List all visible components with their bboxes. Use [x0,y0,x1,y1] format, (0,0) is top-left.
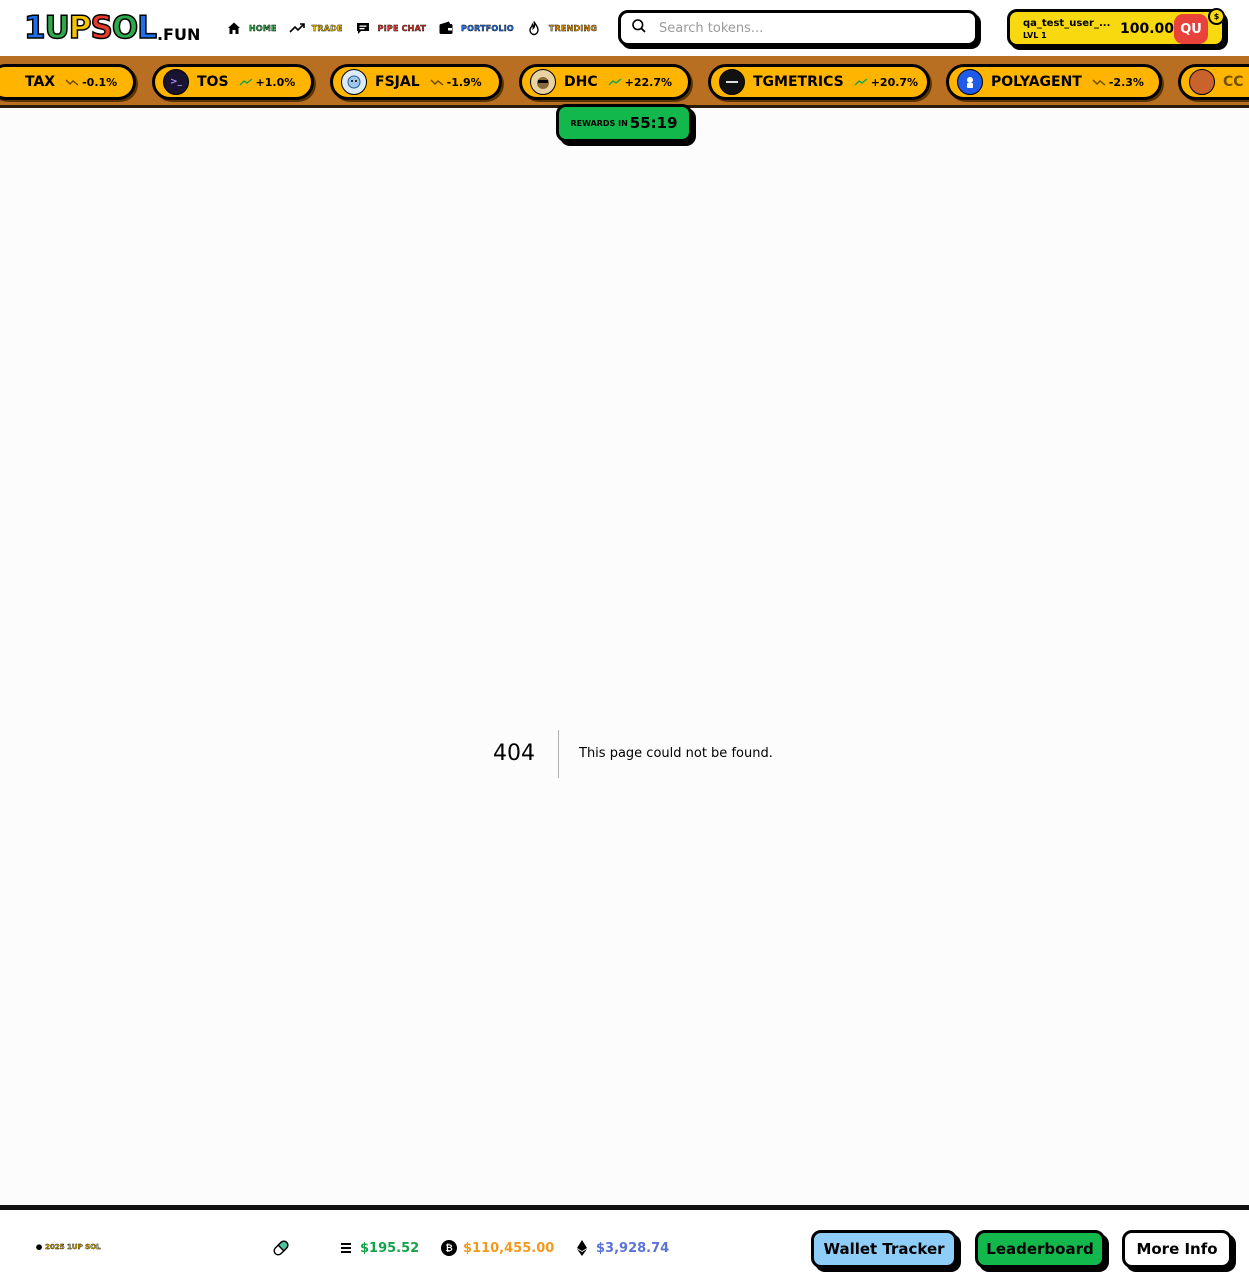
trend-down-icon [430,79,444,86]
error-code: 404 [493,730,559,778]
user-level: LVL 1 [1023,31,1047,40]
rewards-label: REWARDS IN [570,118,628,128]
user-balance: 100.00 [1120,21,1175,37]
top-header: 1UPSOL .FUN HOME TRADE PIPE CHAT PORTFOL… [0,0,1249,56]
ticker-chip[interactable]: DHC +22.7% [519,64,691,100]
ticker-token-name: POLYAGENT [991,74,1082,90]
ticker-chip[interactable]: CC [1178,64,1249,100]
ticker-change: -2.3% [1092,76,1144,89]
token-icon [719,69,745,95]
ticker-token-name: DHC [564,74,598,90]
ticker-change: +22.7% [608,76,672,89]
token-icon [1189,69,1215,95]
copyright: ● 2025 1UP SOL [36,1243,101,1251]
chat-icon [355,20,371,36]
rewards-countdown[interactable]: REWARDS IN 55:19 [556,104,692,142]
avatar[interactable]: QU [1174,14,1208,44]
ticker-token-name: CC [1223,74,1244,90]
ticker-change: -1.9% [430,76,482,89]
copyright-icon: ● [36,1243,43,1251]
nav-portfolio[interactable]: PORTFOLIO [438,20,514,36]
site-logo[interactable]: 1UPSOL .FUN [23,8,201,48]
wallet-icon [438,20,454,36]
rewards-timer: 55:19 [629,114,678,132]
token-icon [341,69,367,95]
main-nav: HOME TRADE PIPE CHAT PORTFOLIO TRENDING [226,18,609,38]
ticker-chip[interactable]: FSJAL -1.9% [330,64,502,100]
nav-portfolio-label: PORTFOLIO [461,23,514,33]
token-icon [0,69,11,95]
trend-up-icon [289,20,305,36]
nav-trending[interactable]: TRENDING [526,20,597,36]
copyright-text: 2025 1UP SOL [45,1243,101,1251]
ticker-chip[interactable]: TGMETRICS +20.7% [708,64,930,100]
footer-bar: ● 2025 1UP SOL $195.52 ₿ $110,455.00 $3,… [0,1205,1249,1277]
nav-home-label: HOME [249,23,277,33]
nav-trade-label: TRADE [311,23,343,33]
trend-up-icon [608,78,622,86]
solana-icon [338,1240,354,1256]
flame-icon [526,20,542,36]
nav-pipe-chat-label: PIPE CHAT [377,23,427,33]
ethereum-icon [574,1240,590,1256]
more-info-button[interactable]: More Info [1122,1230,1232,1268]
not-found-message: 404 This page could not be found. [493,730,773,778]
wallet-tracker-button[interactable]: Wallet Tracker [811,1230,957,1268]
ticker-change: -0.1% [65,76,117,89]
token-ticker: TAX -0.1% >_ TOS +1.0% FSJAL -1.9% DHC +… [0,56,1249,108]
eth-price: $3,928.74 [574,1240,669,1256]
ticker-chip[interactable]: POLYAGENT -2.3% [946,64,1162,100]
bitcoin-icon: ₿ [441,1240,457,1256]
nav-trade[interactable]: TRADE [289,20,343,36]
ticker-token-name: TGMETRICS [753,74,844,90]
token-icon: >_ [163,69,189,95]
search-icon [631,18,647,38]
home-icon [226,20,242,36]
logo-wordmark: 1UPSOL [23,9,157,47]
search-box[interactable] [618,10,978,46]
ticker-change: +20.7% [854,76,918,89]
ticker-token-name: TOS [197,74,229,90]
ticker-chip[interactable]: TAX -0.1% [0,64,136,100]
btc-price: ₿ $110,455.00 [441,1240,554,1256]
trend-down-icon [65,79,79,86]
search-input[interactable] [659,20,959,36]
user-account-button[interactable]: qa_test_user_... LVL 1 100.00 QU $ [1007,8,1225,47]
username: qa_test_user_... [1023,18,1111,29]
trend-up-icon [854,78,868,86]
ticker-token-name: FSJAL [375,74,420,90]
token-icon [530,69,556,95]
nav-trending-label: TRENDING [548,23,598,33]
ticker-chip[interactable]: >_ TOS +1.0% [152,64,314,100]
ticker-change: +1.0% [239,76,295,89]
coin-badge-icon: $ [1208,8,1225,25]
nav-home[interactable]: HOME [226,20,277,36]
nav-pipe-chat[interactable]: PIPE CHAT [355,20,426,36]
error-message: This page could not be found. [579,746,773,761]
pill-icon[interactable] [270,1237,292,1259]
logo-suffix: .FUN [156,25,201,44]
trend-up-icon [239,78,252,86]
ticker-token-name: TAX [25,74,56,90]
sol-price: $195.52 [338,1240,419,1256]
leaderboard-button[interactable]: Leaderboard [975,1230,1105,1268]
token-icon [957,69,983,95]
trend-down-icon [1092,79,1106,86]
